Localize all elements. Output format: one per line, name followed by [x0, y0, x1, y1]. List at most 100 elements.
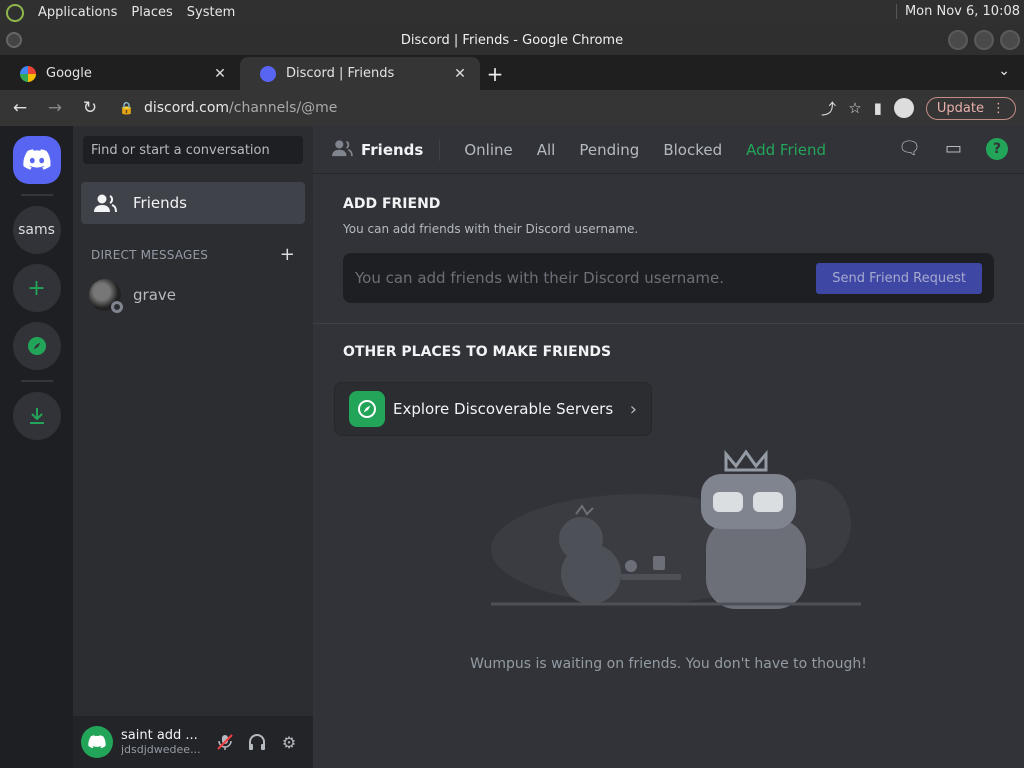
forward-button[interactable]: →: [40, 93, 70, 123]
avatar: [89, 279, 123, 313]
explore-discoverable-servers-button[interactable]: Explore Discoverable Servers ›: [334, 382, 652, 436]
create-dm-icon[interactable]: +: [280, 244, 295, 265]
friends-top-bar: Friends Online All Pending Blocked Add F…: [313, 126, 1024, 174]
user-names[interactable]: saint add ... jdsdjdwedee...: [121, 728, 209, 756]
server-separator: [20, 380, 53, 382]
server-separator: [20, 194, 53, 196]
sidebar-item-label: Friends: [133, 194, 187, 212]
inbox-icon[interactable]: ▭: [945, 138, 962, 160]
help-icon[interactable]: ?: [986, 138, 1008, 160]
close-tab-icon[interactable]: ✕: [212, 66, 228, 82]
window-title-bar: Discord | Friends - Google Chrome: [0, 25, 1024, 55]
friends-title: Friends: [331, 138, 441, 161]
dm-list-item[interactable]: grave: [81, 275, 305, 315]
address-bar-row: ← → ↻ 🔒 discord.com/channels/@me ⤴ ☆ ▮ U…: [0, 90, 1024, 126]
explore-servers-button[interactable]: [12, 322, 61, 370]
minimize-button[interactable]: [948, 30, 968, 50]
tab-pending[interactable]: Pending: [579, 141, 639, 159]
compass-icon: [349, 391, 385, 427]
tab-add-friend[interactable]: Add Friend: [746, 141, 826, 159]
sidebar-item-friends[interactable]: Friends: [81, 182, 305, 224]
empty-state-text: Wumpus is waiting on friends. You don't …: [470, 656, 867, 672]
discord-home-button[interactable]: [12, 136, 61, 184]
deafen-button[interactable]: [241, 726, 273, 758]
find-conversation-button[interactable]: Find or start a conversation: [83, 136, 303, 164]
wumpus-illustration: [491, 449, 861, 609]
dm-username: grave: [133, 286, 176, 304]
tab-blocked[interactable]: Blocked: [663, 141, 722, 159]
dm-sidebar: Find or start a conversation Friends DIR…: [73, 126, 313, 768]
friends-icon: [331, 139, 353, 161]
username-input[interactable]: [355, 269, 817, 287]
discord-favicon-icon: [260, 65, 276, 82]
user-settings-button[interactable]: ⚙: [273, 726, 305, 758]
add-friend-form: Send Friend Request: [343, 253, 994, 303]
user-name: saint add ...: [121, 728, 198, 743]
tab-label: Discord | Friends: [286, 66, 395, 81]
reload-button[interactable]: ↻: [75, 93, 105, 123]
close-tab-icon[interactable]: ✕: [452, 66, 468, 82]
tab-search-chevron-icon[interactable]: ⌄: [998, 63, 1010, 79]
menu-applications[interactable]: Applications: [38, 5, 117, 20]
google-favicon-icon: [20, 65, 36, 82]
add-friend-title: ADD FRIEND: [343, 196, 441, 212]
menu-system[interactable]: System: [187, 5, 235, 20]
browser-actions: ⤴ ☆ ▮ Update ⋮: [821, 96, 1024, 120]
user-avatar[interactable]: [81, 726, 113, 758]
friends-icon: [93, 191, 117, 215]
muted-microphone-icon: [217, 734, 233, 750]
back-button[interactable]: ←: [5, 93, 35, 123]
url-path: /channels/@me: [229, 100, 338, 116]
download-apps-button[interactable]: [12, 392, 61, 440]
direct-messages-header: DIRECT MESSAGES +: [91, 244, 295, 265]
lock-icon[interactable]: 🔒: [119, 101, 134, 115]
system-logo-icon[interactable]: [6, 3, 24, 22]
kebab-menu-icon: ⋮: [992, 100, 1005, 116]
close-window-button[interactable]: [1000, 30, 1020, 50]
explore-label: Explore Discoverable Servers: [393, 400, 614, 418]
system-menus: Applications Places System: [0, 3, 235, 22]
tab-discord[interactable]: Discord | Friends ✕: [240, 57, 480, 90]
add-friend-description: You can add friends with their Discord u…: [343, 222, 639, 236]
add-friend-section: ADD FRIEND You can add friends with thei…: [313, 174, 1024, 324]
system-top-bar: Applications Places System Mon Nov 6, 10…: [0, 0, 1024, 25]
bookmark-star-icon[interactable]: ☆: [848, 99, 861, 117]
server-sams[interactable]: sams: [12, 206, 61, 254]
window-controls: [948, 30, 1020, 50]
discord-logo-icon: [88, 735, 106, 749]
add-server-icon: +: [27, 275, 46, 301]
other-places-title: OTHER PLACES TO MAKE FRIENDS: [343, 344, 612, 360]
page-title: Friends: [361, 140, 424, 159]
share-icon[interactable]: ⤴: [821, 98, 836, 119]
offline-status-icon: [111, 301, 123, 313]
new-group-dm-icon[interactable]: 🗨: [898, 138, 921, 160]
discord-logo-icon: [22, 149, 51, 170]
window-title: Discord | Friends - Google Chrome: [400, 32, 624, 48]
tab-all[interactable]: All: [537, 141, 556, 159]
url-host: discord.com: [143, 100, 230, 116]
compass-icon: [27, 337, 46, 355]
tab-google[interactable]: Google ✕: [0, 57, 240, 90]
gear-icon: ⚙: [281, 732, 297, 752]
profile-avatar-icon[interactable]: [893, 98, 914, 118]
menu-places[interactable]: Places: [131, 5, 172, 20]
window-menu-button[interactable]: [6, 32, 22, 48]
mute-microphone-button[interactable]: [209, 726, 241, 758]
screen: Applications Places System Mon Nov 6, 10…: [0, 0, 1024, 768]
download-icon: [29, 408, 44, 424]
side-panel-icon[interactable]: ▮: [874, 99, 882, 117]
direct-messages-title: DIRECT MESSAGES: [91, 247, 209, 262]
send-friend-request-button[interactable]: Send Friend Request: [816, 262, 982, 294]
browser-tab-strip: Google ✕ Discord | Friends ✕ + ⌄: [0, 55, 1024, 90]
system-clock[interactable]: Mon Nov 6, 10:08: [895, 4, 1020, 19]
tab-online[interactable]: Online: [464, 141, 512, 159]
url-field[interactable]: 🔒 discord.com/channels/@me: [119, 100, 821, 116]
user-subtext: jdsdjdwedee...: [121, 743, 201, 756]
new-tab-button[interactable]: +: [480, 57, 510, 90]
add-server-button[interactable]: +: [12, 264, 61, 312]
maximize-button[interactable]: [974, 30, 994, 50]
headphones-icon: [249, 734, 265, 750]
search-placeholder: Find or start a conversation: [91, 142, 270, 158]
update-button[interactable]: Update ⋮: [925, 96, 1016, 120]
top-bar-actions: 🗨 ▭ ?: [898, 138, 1008, 160]
